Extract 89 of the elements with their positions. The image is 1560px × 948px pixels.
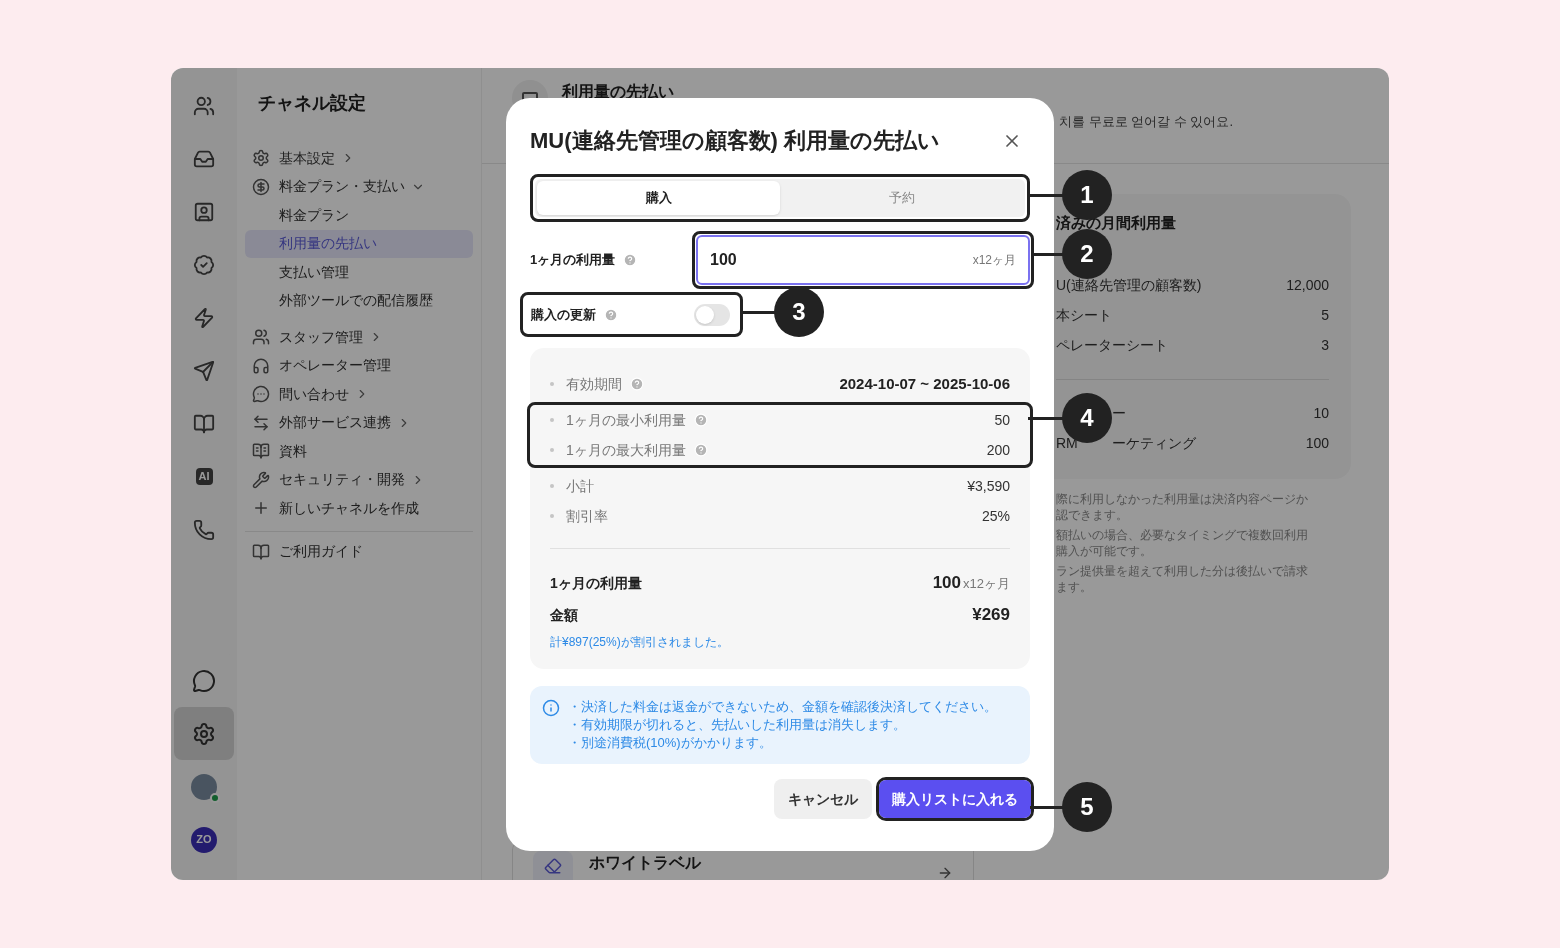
avatar[interactable] (191, 773, 217, 800)
arrow-right-icon (937, 865, 953, 880)
book-icon (252, 442, 270, 461)
nav-item[interactable]: 資料 (245, 437, 473, 466)
usage-value: 10 (1313, 404, 1329, 423)
nav-item[interactable]: 外部サービス連携 (245, 408, 473, 437)
workspace-badge[interactable]: ZO (191, 826, 217, 853)
tab[interactable]: 購入 (537, 181, 780, 215)
total-label: 1ヶ月の利用量 (550, 573, 642, 593)
eraser-icon (533, 851, 573, 880)
settings-icon (192, 721, 216, 746)
summary-label: 小計 (566, 476, 594, 496)
lightning-icon[interactable] (193, 306, 215, 329)
nav-item[interactable]: 新しいチャネルを作成 (245, 494, 473, 523)
summary-value: 25% (981, 506, 1010, 526)
discount-note: 計¥897(25%)が割引されました。 (550, 634, 730, 651)
note-text: 認できます。 (1056, 507, 1129, 523)
arrows-icon (252, 413, 270, 432)
nav-item[interactable]: セキュリティ・開発 (245, 465, 473, 494)
toggle-switch[interactable] (694, 303, 730, 326)
tools-icon (252, 470, 270, 489)
send-icon[interactable] (193, 359, 215, 382)
nav-item[interactable]: 基本設定 (245, 144, 473, 173)
summary-label: 1ヶ月の最大利用量 (566, 440, 686, 460)
sidebar-title: チャネル設定 (257, 92, 367, 115)
nav-item[interactable]: 外部ツールでの配信履歴 (245, 286, 473, 315)
usage-label: 本シート (1056, 306, 1112, 325)
note-text: ます。 (1056, 579, 1093, 595)
headphones-icon (252, 356, 270, 375)
usage-label: U(連絡先管理の顧客数) (1056, 276, 1202, 295)
nav-item[interactable]: 問い合わせ (245, 380, 473, 409)
nav-item[interactable]: スタッフ管理 (245, 323, 473, 352)
summary-label: 割引率 (566, 506, 608, 526)
book-icon (252, 542, 270, 561)
usage-label: ー (1112, 404, 1127, 423)
summary-value: 50 (994, 410, 1010, 430)
nav-item[interactable]: 支払い管理 (245, 258, 473, 287)
cancel-button[interactable]: キャンセル (774, 779, 872, 819)
chat-bubble-icon (252, 385, 270, 404)
nav-item[interactable]: 料金プラン・支払い (245, 172, 473, 201)
usage-value: 100 (1305, 434, 1329, 453)
nav-item[interactable]: オペレーター管理 (245, 351, 473, 380)
note-text: ラン提供量を超えて利用した分は後払いで請求 (1056, 563, 1309, 579)
contact-card-icon[interactable] (193, 200, 215, 223)
usage-label: RM (1056, 435, 1078, 451)
usage-label: ペレーターシート (1056, 336, 1168, 355)
usage-value: 5 (1321, 306, 1329, 325)
people-icon (252, 328, 270, 347)
book-icon[interactable] (193, 412, 215, 435)
chat-bubble-icon (192, 668, 216, 693)
info-text: ・決済した料金は返金ができないため、金額を確認後決済してください。 (568, 698, 997, 716)
feature-title: ホワイトラベル (589, 853, 702, 873)
info-text: ・別途消費税(10%)がかかります。 (568, 734, 773, 752)
usage-value: 3 (1321, 336, 1329, 355)
nav-item[interactable]: 料金プラン (245, 201, 473, 230)
nav-item[interactable]: ご利用ガイド (245, 537, 473, 566)
badge-check-icon[interactable] (193, 253, 215, 276)
people-icon[interactable] (193, 94, 215, 117)
usage-label: ーケティング (1112, 434, 1197, 453)
usage-value: 12,000 (1286, 276, 1329, 295)
dollar-icon (252, 177, 270, 196)
page-subtitle: 치를 무료로 얻어갈 수 있어요. (1059, 113, 1234, 131)
summary-value: ¥3,590 (967, 476, 1010, 496)
note-text: 際に利用しなかった利用量は決済内容ページか (1056, 491, 1309, 507)
summary-value: 200 (986, 440, 1010, 460)
add-to-cart-button[interactable]: 購入リストに入れる (879, 780, 1031, 818)
info-icon (542, 699, 560, 717)
summary-value: 2024-10-07 ~ 2025-10-06 (839, 373, 1010, 394)
summary-label: 有効期間 (566, 374, 622, 394)
amount-value: ¥269 (972, 604, 1010, 627)
nav-item[interactable]: 利用量の先払い (245, 229, 473, 258)
note-text: 購入が可能です。 (1056, 543, 1153, 559)
ai-icon[interactable]: AI (195, 468, 213, 485)
field-label: 1ヶ月の利用量 (530, 251, 616, 270)
summary-label: 1ヶ月の最小利用量 (566, 410, 686, 430)
rail-button[interactable] (174, 707, 234, 760)
tab[interactable]: 予約 (780, 181, 1023, 215)
modal-title: MU(連絡先管理の顧客数) 利用量の先払い (530, 127, 940, 155)
input-suffix: x12ヶ月 (972, 252, 1016, 269)
phone-icon[interactable] (193, 518, 215, 541)
usage-multiplier: x12ヶ月 (963, 575, 1010, 594)
amount-label: 金額 (550, 605, 578, 625)
usage-input[interactable]: 100 x12ヶ月 (696, 235, 1030, 285)
note-text: 額払いの場合、必要なタイミングで複数回利用 (1056, 527, 1309, 543)
toggle-label: 購入の更新 (531, 305, 596, 324)
total-usage: 100 (932, 572, 962, 595)
info-text: ・有効期限が切れると、先払いした利用量は消失します。 (568, 716, 907, 734)
step-number-badge: 5 (1062, 782, 1112, 832)
settings-icon (252, 149, 270, 168)
